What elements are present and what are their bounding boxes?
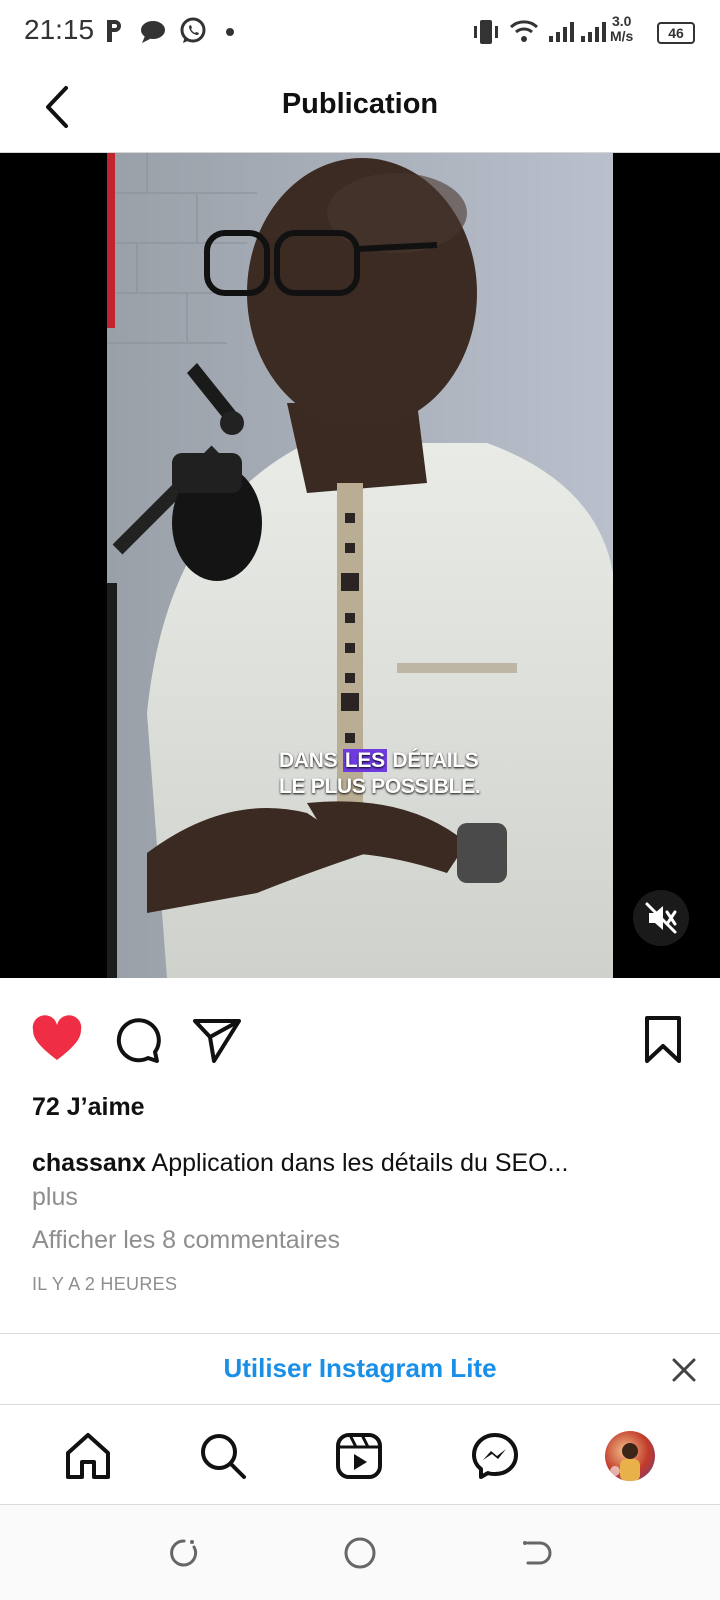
video-subtitle-line-2: LE PLUS POSSIBLE. bbox=[279, 775, 481, 798]
post-username[interactable]: chassanx bbox=[32, 1149, 146, 1177]
back-button-icon[interactable] bbox=[518, 1535, 554, 1571]
system-navigation-bar bbox=[0, 1505, 720, 1600]
save-bookmark-icon[interactable] bbox=[637, 1013, 691, 1067]
status-time: 21:15 bbox=[24, 14, 95, 45]
video-frame[interactable]: DANS LES DÉTAILS LE PLUS POSSIBLE. bbox=[107, 153, 613, 978]
search-icon[interactable] bbox=[198, 1431, 248, 1481]
mute-toggle-button[interactable] bbox=[633, 890, 689, 946]
post-caption: chassanx Application dans les détails du… bbox=[32, 1147, 692, 1179]
subtitle-highlight-word: LES bbox=[342, 749, 387, 772]
wifi-icon bbox=[509, 20, 539, 42]
chat-notification-icon bbox=[141, 21, 165, 43]
like-heart-icon[interactable] bbox=[30, 1013, 84, 1067]
signal-icon bbox=[549, 22, 574, 42]
share-send-icon[interactable] bbox=[190, 1013, 244, 1067]
video-thumbnail-illustration bbox=[107, 153, 613, 978]
post-media[interactable]: DANS LES DÉTAILS LE PLUS POSSIBLE. bbox=[0, 153, 720, 978]
battery-icon: 46 bbox=[657, 22, 695, 44]
view-comments-link[interactable]: Afficher les 8 commentaires bbox=[32, 1226, 340, 1255]
instagram-lite-banner: Utiliser Instagram Lite bbox=[0, 1333, 720, 1405]
close-icon[interactable] bbox=[668, 1354, 700, 1386]
post-timestamp: IL Y A 2 HEURES bbox=[32, 1274, 178, 1294]
speaker-muted-icon bbox=[645, 902, 677, 934]
post-caption-text: Application dans les détails du SEO... bbox=[151, 1149, 569, 1177]
use-instagram-lite-link[interactable]: Utiliser Instagram Lite bbox=[0, 1353, 720, 1384]
dot-indicator-icon bbox=[226, 28, 234, 36]
bottom-navigation bbox=[0, 1404, 720, 1505]
parking-app-icon bbox=[107, 20, 121, 42]
whatsapp-icon bbox=[180, 17, 206, 43]
avatar-image bbox=[610, 1443, 640, 1481]
likes-count[interactable]: 72 J’aime bbox=[32, 1093, 145, 1122]
page-title: Publication bbox=[281, 88, 439, 120]
subtitle-text-a: DANS bbox=[279, 749, 343, 772]
video-subtitle: DANS LES DÉTAILS LE PLUS POSSIBLE. bbox=[279, 748, 481, 800]
network-speed-unit: M/s bbox=[610, 28, 634, 44]
caption-more-link[interactable]: plus bbox=[32, 1183, 78, 1212]
profile-avatar[interactable] bbox=[605, 1431, 655, 1481]
vibrate-icon bbox=[474, 20, 498, 44]
battery-level: 46 bbox=[668, 25, 684, 41]
reels-icon[interactable] bbox=[334, 1431, 384, 1481]
messenger-icon[interactable] bbox=[470, 1431, 520, 1481]
top-app-bar: Publication bbox=[0, 64, 720, 153]
network-speed-value: 3.0 bbox=[611, 13, 632, 29]
recent-apps-icon[interactable] bbox=[166, 1535, 202, 1571]
status-bar: 21:15 3.0 M/s 46 bbox=[0, 0, 720, 64]
network-speed: 3.0 M/s bbox=[610, 14, 633, 44]
home-button-icon[interactable] bbox=[342, 1535, 378, 1571]
subtitle-text-b: DÉTAILS bbox=[386, 749, 479, 772]
home-icon[interactable] bbox=[63, 1431, 113, 1481]
signal-icon-2 bbox=[581, 22, 606, 42]
comment-icon[interactable] bbox=[110, 1013, 164, 1067]
video-subtitle-line-1: DANS LES DÉTAILS bbox=[279, 748, 480, 774]
